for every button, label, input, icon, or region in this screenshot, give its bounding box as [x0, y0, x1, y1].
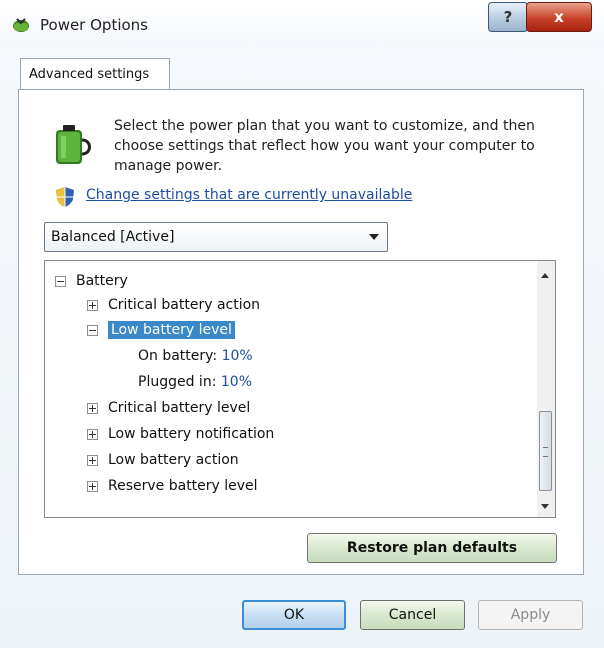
grip-icon	[543, 447, 548, 457]
help-button[interactable]: ?	[488, 2, 528, 32]
battery-plug-icon	[56, 125, 91, 164]
title-bar[interactable]: Power Options ? x	[0, 0, 604, 46]
tree-node-low-battery-level[interactable]: Low battery level	[87, 318, 235, 342]
tree-label: Critical battery action	[108, 297, 261, 313]
expand-icon[interactable]	[87, 454, 98, 466]
tree-label: Low battery action	[108, 452, 239, 468]
scroll-up-icon[interactable]	[541, 273, 549, 278]
uac-shield-icon	[56, 187, 74, 207]
expand-icon[interactable]	[87, 299, 98, 311]
tree-node-reserve-battery-level[interactable]: Reserve battery level	[87, 474, 258, 498]
tree-node-battery[interactable]: Battery	[55, 269, 128, 293]
power-options-window: Power Options ? x Advanced settings Sele…	[0, 0, 604, 648]
tree-node-low-battery-action[interactable]: Low battery action	[87, 448, 239, 472]
window-title: Power Options	[40, 16, 148, 34]
collapse-icon[interactable]	[55, 275, 66, 287]
on-battery-label: On battery:	[138, 348, 218, 364]
help-icon: ?	[503, 8, 513, 26]
tree-label: Low battery notification	[108, 426, 275, 442]
power-options-icon	[13, 18, 29, 32]
plugged-in-value[interactable]: 10%	[221, 374, 252, 390]
cancel-button[interactable]: Cancel	[360, 600, 465, 630]
plugged-in-label: Plugged in:	[138, 374, 217, 390]
tree-label-selected: Low battery level	[108, 321, 235, 339]
expand-icon[interactable]	[87, 428, 98, 440]
power-plan-value: Balanced [Active]	[51, 229, 175, 245]
tree-label: Critical battery level	[108, 400, 251, 416]
chevron-down-icon	[369, 234, 379, 240]
on-battery-value[interactable]: 10%	[222, 348, 253, 364]
tab-label: Advanced settings	[29, 67, 150, 82]
ok-button[interactable]: OK	[242, 600, 346, 630]
scroll-down-icon[interactable]	[541, 504, 549, 509]
expand-icon[interactable]	[87, 402, 98, 414]
intro-text: Select the power plan that you want to c…	[114, 118, 535, 174]
tree-node-critical-battery-action[interactable]: Critical battery action	[87, 293, 260, 317]
restore-plan-defaults-button[interactable]: Restore plan defaults	[307, 533, 557, 563]
close-button[interactable]: x	[526, 2, 592, 32]
tree-label: Reserve battery level	[108, 478, 258, 494]
scrollbar-thumb[interactable]	[539, 411, 552, 491]
tree-node-low-battery-notification[interactable]: Low battery notification	[87, 422, 274, 446]
settings-tree[interactable]: Battery Critical battery action Low batt…	[44, 260, 556, 518]
tree-setting-plugged-in[interactable]: Plugged in: 10%	[138, 370, 252, 394]
close-icon: x	[554, 8, 564, 26]
expand-icon[interactable]	[87, 480, 98, 492]
apply-button[interactable]: Apply	[478, 600, 583, 630]
power-plan-select[interactable]: Balanced [Active]	[44, 222, 388, 252]
tree-scrollbar[interactable]	[537, 261, 555, 517]
tree-label: Battery	[76, 273, 128, 289]
tree-setting-on-battery[interactable]: On battery: 10%	[138, 344, 253, 368]
collapse-icon[interactable]	[87, 324, 98, 336]
change-settings-link[interactable]: Change settings that are currently unava…	[86, 187, 412, 203]
tab-advanced-settings[interactable]: Advanced settings	[20, 58, 170, 90]
tree-node-critical-battery-level[interactable]: Critical battery level	[87, 396, 250, 420]
